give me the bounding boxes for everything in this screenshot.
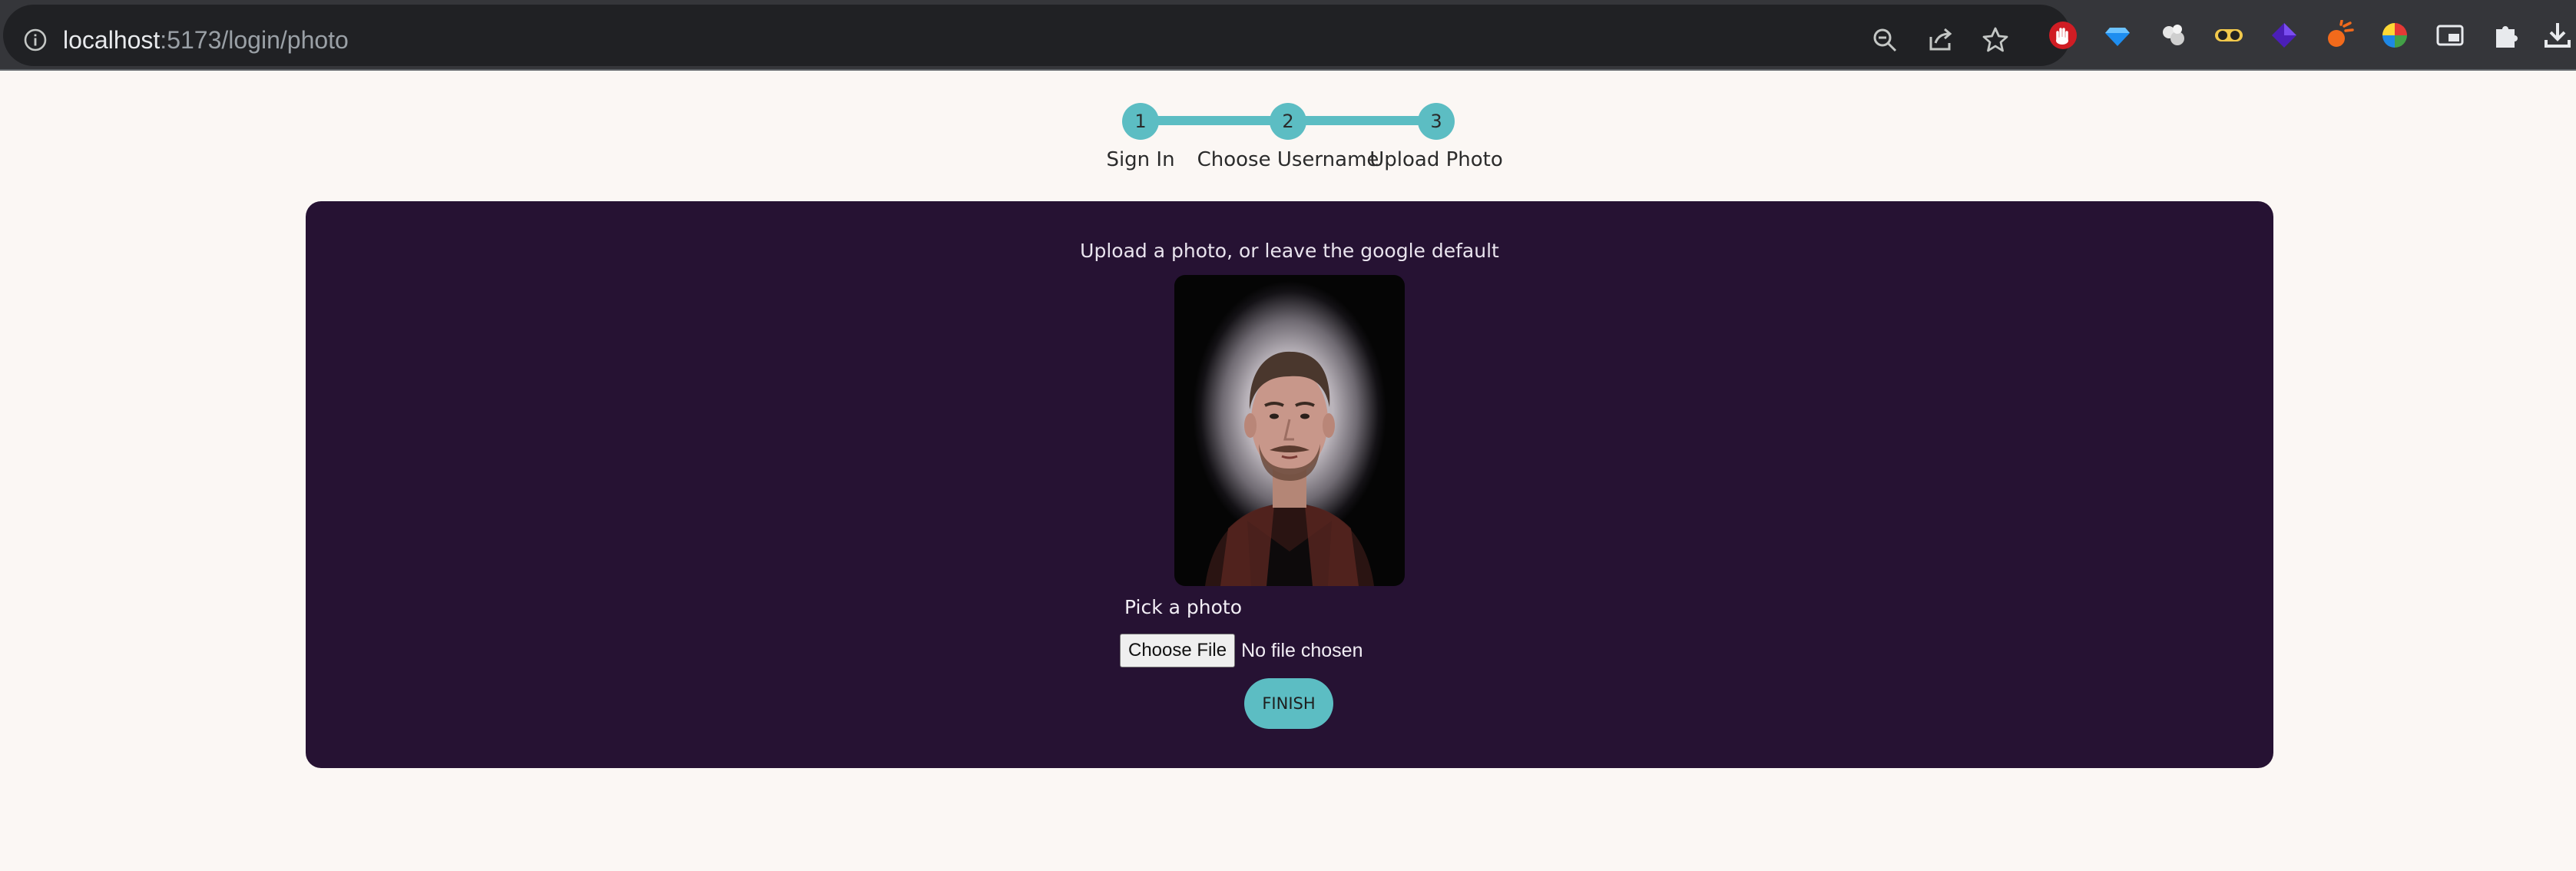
upload-photo-panel: Upload a photo, or leave the google defa… <box>306 201 2273 768</box>
pick-photo-label: Pick a photo <box>1124 596 1243 618</box>
color-wheel-extension-icon[interactable] <box>2376 17 2413 54</box>
picture-in-picture-icon[interactable] <box>2432 17 2468 54</box>
finish-button[interactable]: FINISH <box>1244 678 1333 729</box>
download-icon[interactable] <box>2539 17 2576 54</box>
zoom-out-icon[interactable] <box>1868 23 1902 57</box>
orange-spark-extension-icon[interactable] <box>2321 17 2358 54</box>
url-host: localhost <box>63 26 161 54</box>
step-1-circle: 1 <box>1122 103 1159 140</box>
goggles-extension-icon[interactable] <box>2210 17 2247 54</box>
step-3-label: Upload Photo <box>1369 148 1503 171</box>
clouds-extension-icon[interactable] <box>2155 17 2192 54</box>
profile-photo-preview <box>1174 275 1405 586</box>
puzzle-extensions-icon[interactable] <box>2487 17 2524 54</box>
info-icon[interactable] <box>23 28 48 52</box>
share-icon[interactable] <box>1923 23 1957 57</box>
browser-toolbar: localhost:5173/login/photo <box>0 0 2576 71</box>
bookmark-star-icon[interactable] <box>1978 23 2012 57</box>
step-3-circle: 3 <box>1418 103 1455 140</box>
file-input[interactable]: Choose File No file chosen <box>1120 633 1363 668</box>
url-text[interactable]: localhost:5173/login/photo <box>63 23 349 57</box>
purple-gem-extension-icon[interactable] <box>2266 17 2303 54</box>
upload-prompt: Upload a photo, or leave the google defa… <box>1080 240 1499 262</box>
address-bar[interactable]: localhost:5173/login/photo <box>3 5 2071 66</box>
diamond-extension-icon[interactable] <box>2099 17 2136 54</box>
profile-photo <box>1205 351 1374 586</box>
url-path: :5173/login/photo <box>160 26 349 54</box>
hand-stop-extension-icon[interactable] <box>2045 17 2081 54</box>
choose-file-button[interactable]: Choose File <box>1120 634 1236 667</box>
step-2-circle: 2 <box>1270 103 1306 140</box>
file-status-text: No file chosen <box>1241 639 1363 661</box>
